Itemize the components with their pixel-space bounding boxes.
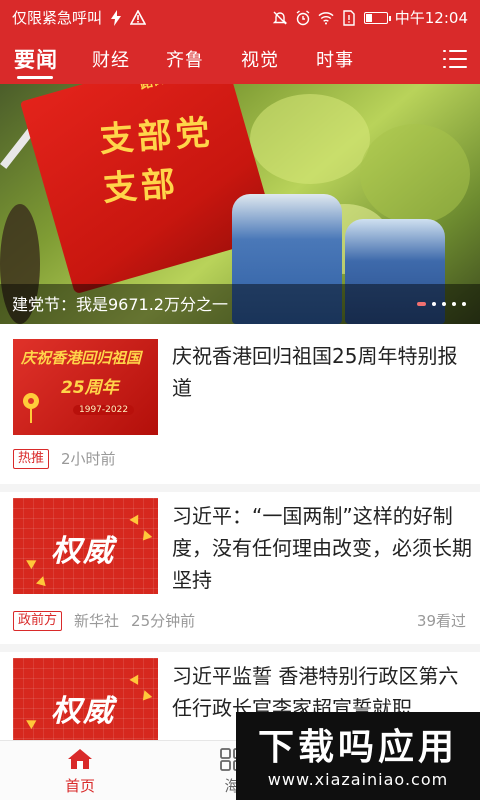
carousel-dot[interactable]: [462, 302, 466, 306]
article-meta: 政前方 新华社 25分钟前: [13, 610, 195, 631]
flag-text: 支部党支部: [98, 112, 215, 210]
watermark-logo: 下载吗应用 www.xiazainiao.com: [236, 712, 480, 800]
watermark-text: 下载吗应用: [257, 727, 458, 768]
article-headline[interactable]: 庆祝香港回归祖国25周年特别报道: [172, 340, 472, 404]
article-time: 25分钟前: [131, 612, 196, 630]
watermark-url: www.xiazainiao.com: [267, 770, 449, 789]
status-time: 中午12:04: [394, 9, 468, 27]
carousel-dot[interactable]: [442, 302, 446, 306]
news-list-item[interactable]: 庆祝香港回归祖国 25周年 1997-2022 庆祝香港回归祖国25周年特别报道…: [0, 324, 480, 496]
wifi-icon: [318, 10, 334, 26]
article-thumbnail: 权威: [13, 658, 158, 742]
tab-shijue[interactable]: 视觉: [241, 46, 279, 72]
bottom-nav-home[interactable]: 首页: [40, 747, 120, 796]
news-list-item[interactable]: 权威 习近平：“一国两制”这样的好制度，没有任何理由改变，必须长期坚持 政前方 …: [0, 492, 480, 648]
mute-icon: [272, 10, 288, 26]
thumbnail-title: 庆祝香港回归祖国: [21, 349, 142, 367]
warning-icon: [130, 10, 147, 26]
carrier-text: 仅限紧急呼叫: [12, 9, 103, 27]
sim-alert-icon: [341, 9, 357, 26]
home-icon: [66, 747, 94, 771]
channel-nav: 要闻 财经 齐鲁 视觉 时事: [0, 34, 480, 84]
tab-qilu[interactable]: 齐鲁: [166, 46, 204, 72]
list-divider: [0, 484, 480, 492]
thumbnail-word: 权威: [51, 534, 115, 569]
thumbnail-range: 1997-2022: [73, 405, 135, 415]
article-meta: 热推 2小时前: [13, 448, 116, 469]
bottom-nav-label: 首页: [64, 777, 95, 795]
tab-shishi[interactable]: 时事: [316, 46, 354, 72]
thumbnail-years: 25周年: [61, 378, 119, 398]
article-headline[interactable]: 习近平：“一国两制”这样的好制度，没有任何理由改变，必须长期坚持: [172, 500, 472, 596]
article-tag: 政前方: [13, 610, 63, 631]
article-source: 新华社: [74, 612, 120, 630]
list-divider: [0, 644, 480, 652]
status-bar: 仅限紧急呼叫 中午12:04: [0, 0, 480, 34]
article-tag: 热推: [13, 448, 50, 469]
channel-menu-icon[interactable]: [443, 48, 467, 70]
carousel-dot-active[interactable]: [417, 302, 426, 306]
banner-caption[interactable]: 建党节：我是9671.2万分之一: [12, 291, 228, 315]
status-right: 中午12:04: [272, 7, 468, 28]
flower-icon: [17, 391, 45, 425]
tab-caijing[interactable]: 财经: [92, 46, 130, 72]
status-left: 仅限紧急呼叫: [12, 7, 147, 28]
lightning-icon: [108, 9, 124, 26]
active-tab-indicator: [17, 76, 53, 79]
article-views: 39看过: [416, 612, 466, 630]
carousel-dot[interactable]: [432, 302, 436, 306]
carousel-dot[interactable]: [452, 302, 456, 306]
banner-carousel[interactable]: 路街道 支部党支部 建党节：我是9671.2万分之一: [0, 84, 480, 324]
battery-icon: [363, 11, 391, 24]
carousel-indicator: [417, 302, 466, 306]
article-thumbnail: 庆祝香港回归祖国 25周年 1997-2022: [13, 339, 158, 435]
flag-small-text: 路街道: [137, 84, 180, 93]
article-thumbnail: 权威: [13, 498, 158, 594]
thumbnail-word: 权威: [51, 694, 115, 729]
alarm-icon: [295, 9, 311, 26]
tab-yaowen[interactable]: 要闻: [14, 44, 58, 74]
article-time: 2小时前: [61, 450, 116, 468]
